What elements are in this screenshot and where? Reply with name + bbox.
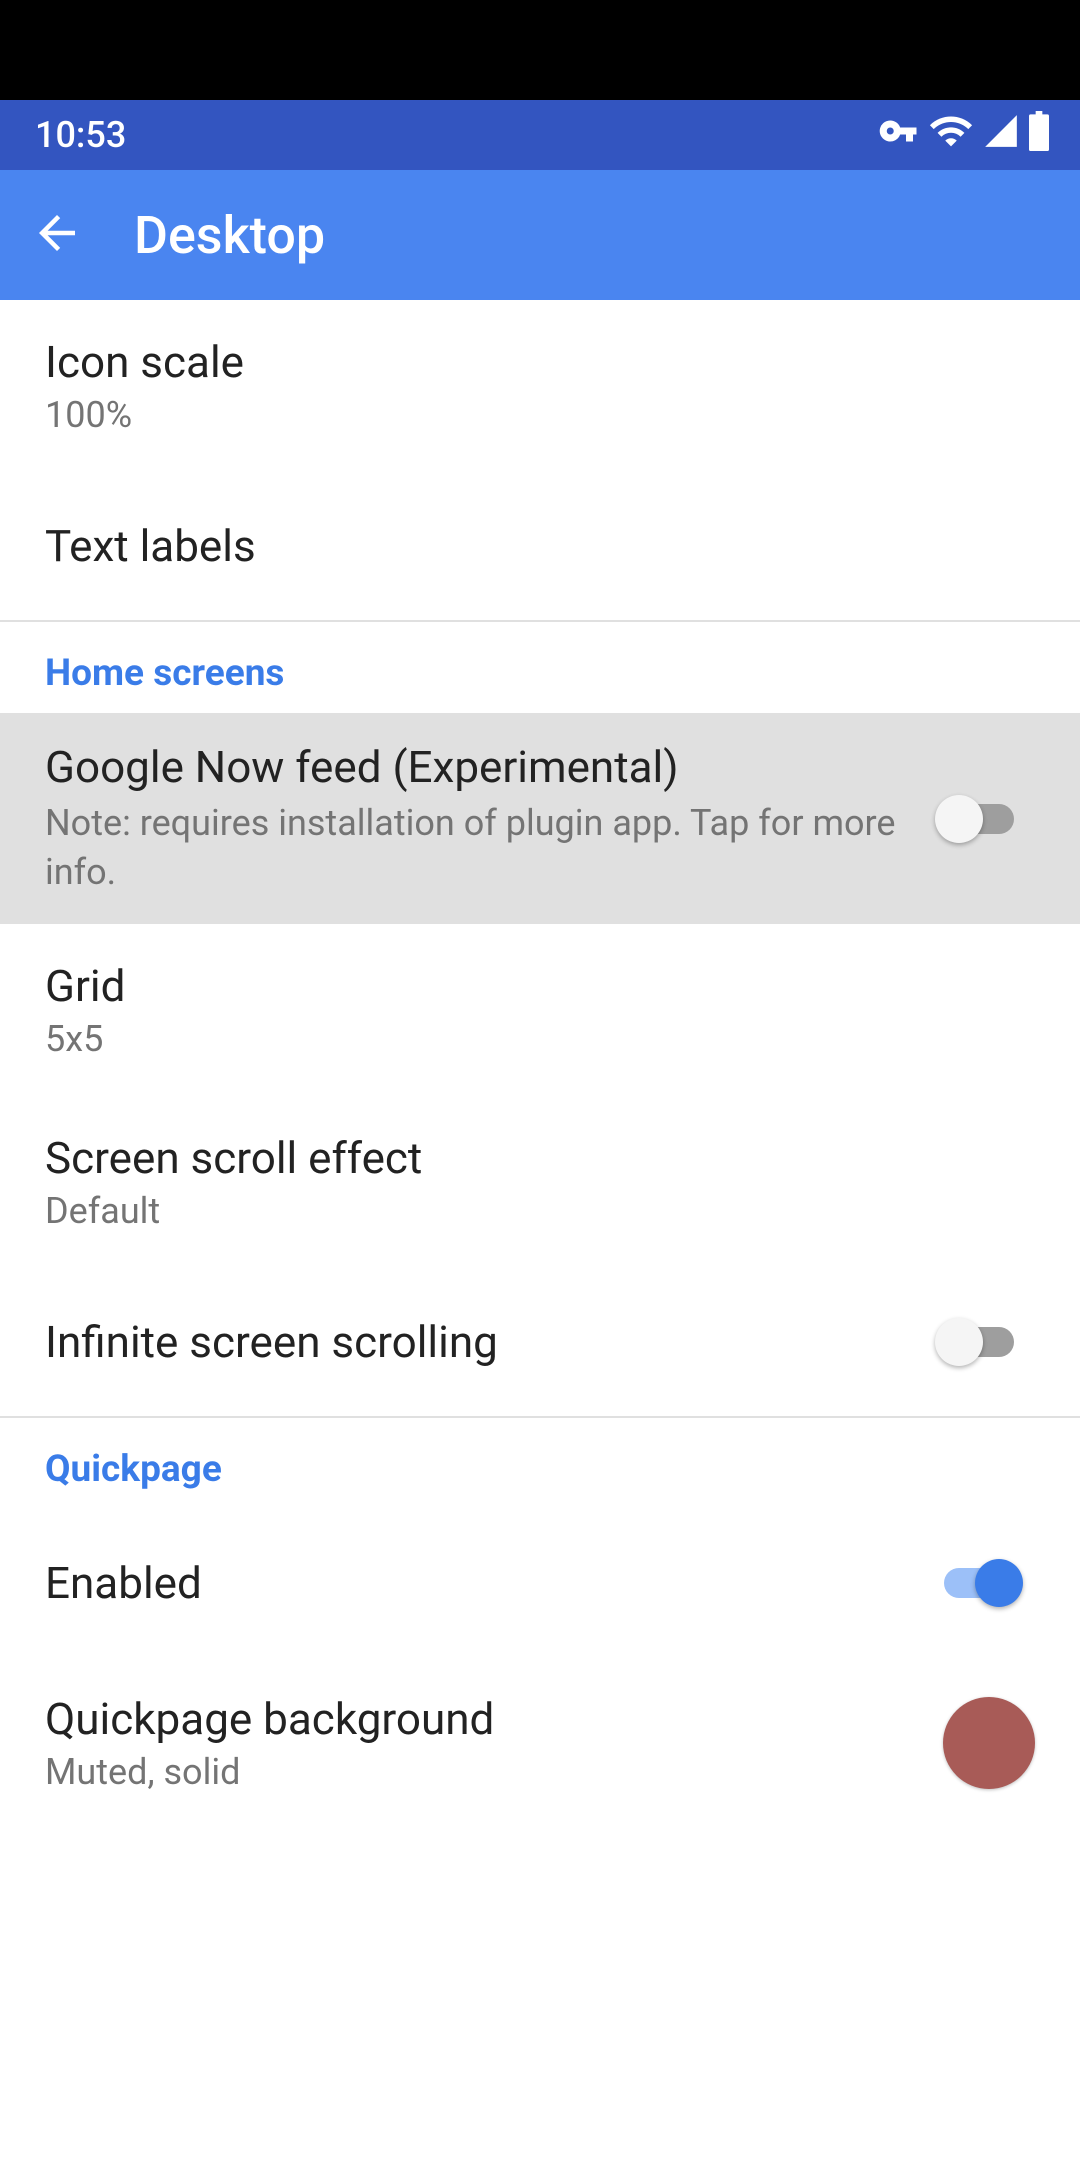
pref-value: Muted, solid <box>45 1751 943 1793</box>
toggle-quickpage-enabled[interactable] <box>935 1559 1023 1607</box>
pref-title: Enabled <box>45 1557 935 1609</box>
settings-list[interactable]: Icon scale 100% Text labels Home screens… <box>0 300 1080 2160</box>
pref-title: Screen scroll effect <box>45 1132 1035 1184</box>
pref-grid[interactable]: Grid 5x5 <box>0 924 1080 1096</box>
back-icon[interactable] <box>30 206 84 264</box>
pref-text-labels[interactable]: Text labels <box>0 472 1080 620</box>
section-quickpage: Quickpage <box>0 1418 1080 1509</box>
pref-title: Icon scale <box>45 336 1035 388</box>
pref-quickpage-background[interactable]: Quickpage background Muted, solid <box>0 1657 1080 1811</box>
pref-quickpage-enabled[interactable]: Enabled <box>0 1509 1080 1657</box>
status-time: 10:53 <box>35 114 126 156</box>
vpn-key-icon <box>878 110 920 161</box>
section-home-screens: Home screens <box>0 622 1080 713</box>
pref-title: Text labels <box>45 520 1035 572</box>
status-bar: 10:53 <box>0 100 1080 170</box>
pref-scroll-effect[interactable]: Screen scroll effect Default <box>0 1096 1080 1268</box>
pref-sub: Note: requires installation of plugin ap… <box>45 799 915 896</box>
pref-title: Quickpage background <box>45 1693 943 1745</box>
page-title: Desktop <box>134 205 325 266</box>
toggle-google-now[interactable] <box>935 795 1023 843</box>
pref-infinite-scroll[interactable]: Infinite screen scrolling <box>0 1268 1080 1416</box>
pref-title: Grid <box>45 960 1035 1012</box>
pref-title: Google Now feed (Experimental) <box>45 741 915 793</box>
pref-value: 5x5 <box>45 1018 1035 1060</box>
pref-icon-scale[interactable]: Icon scale 100% <box>0 300 1080 472</box>
pref-title: Infinite screen scrolling <box>45 1316 935 1368</box>
app-bar: Desktop <box>0 170 1080 300</box>
toggle-infinite-scroll[interactable] <box>935 1318 1023 1366</box>
pref-value: 100% <box>45 394 1035 436</box>
wifi-icon <box>928 108 974 163</box>
pref-value: Default <box>45 1190 1035 1232</box>
screen: 10:53 Desktop Icon scale 100 <box>0 100 1080 2160</box>
color-swatch[interactable] <box>943 1697 1035 1789</box>
battery-icon <box>1028 111 1050 160</box>
status-icons <box>878 108 1050 163</box>
signal-icon <box>982 112 1020 159</box>
pref-google-now-feed[interactable]: Google Now feed (Experimental) Note: req… <box>0 713 1080 924</box>
